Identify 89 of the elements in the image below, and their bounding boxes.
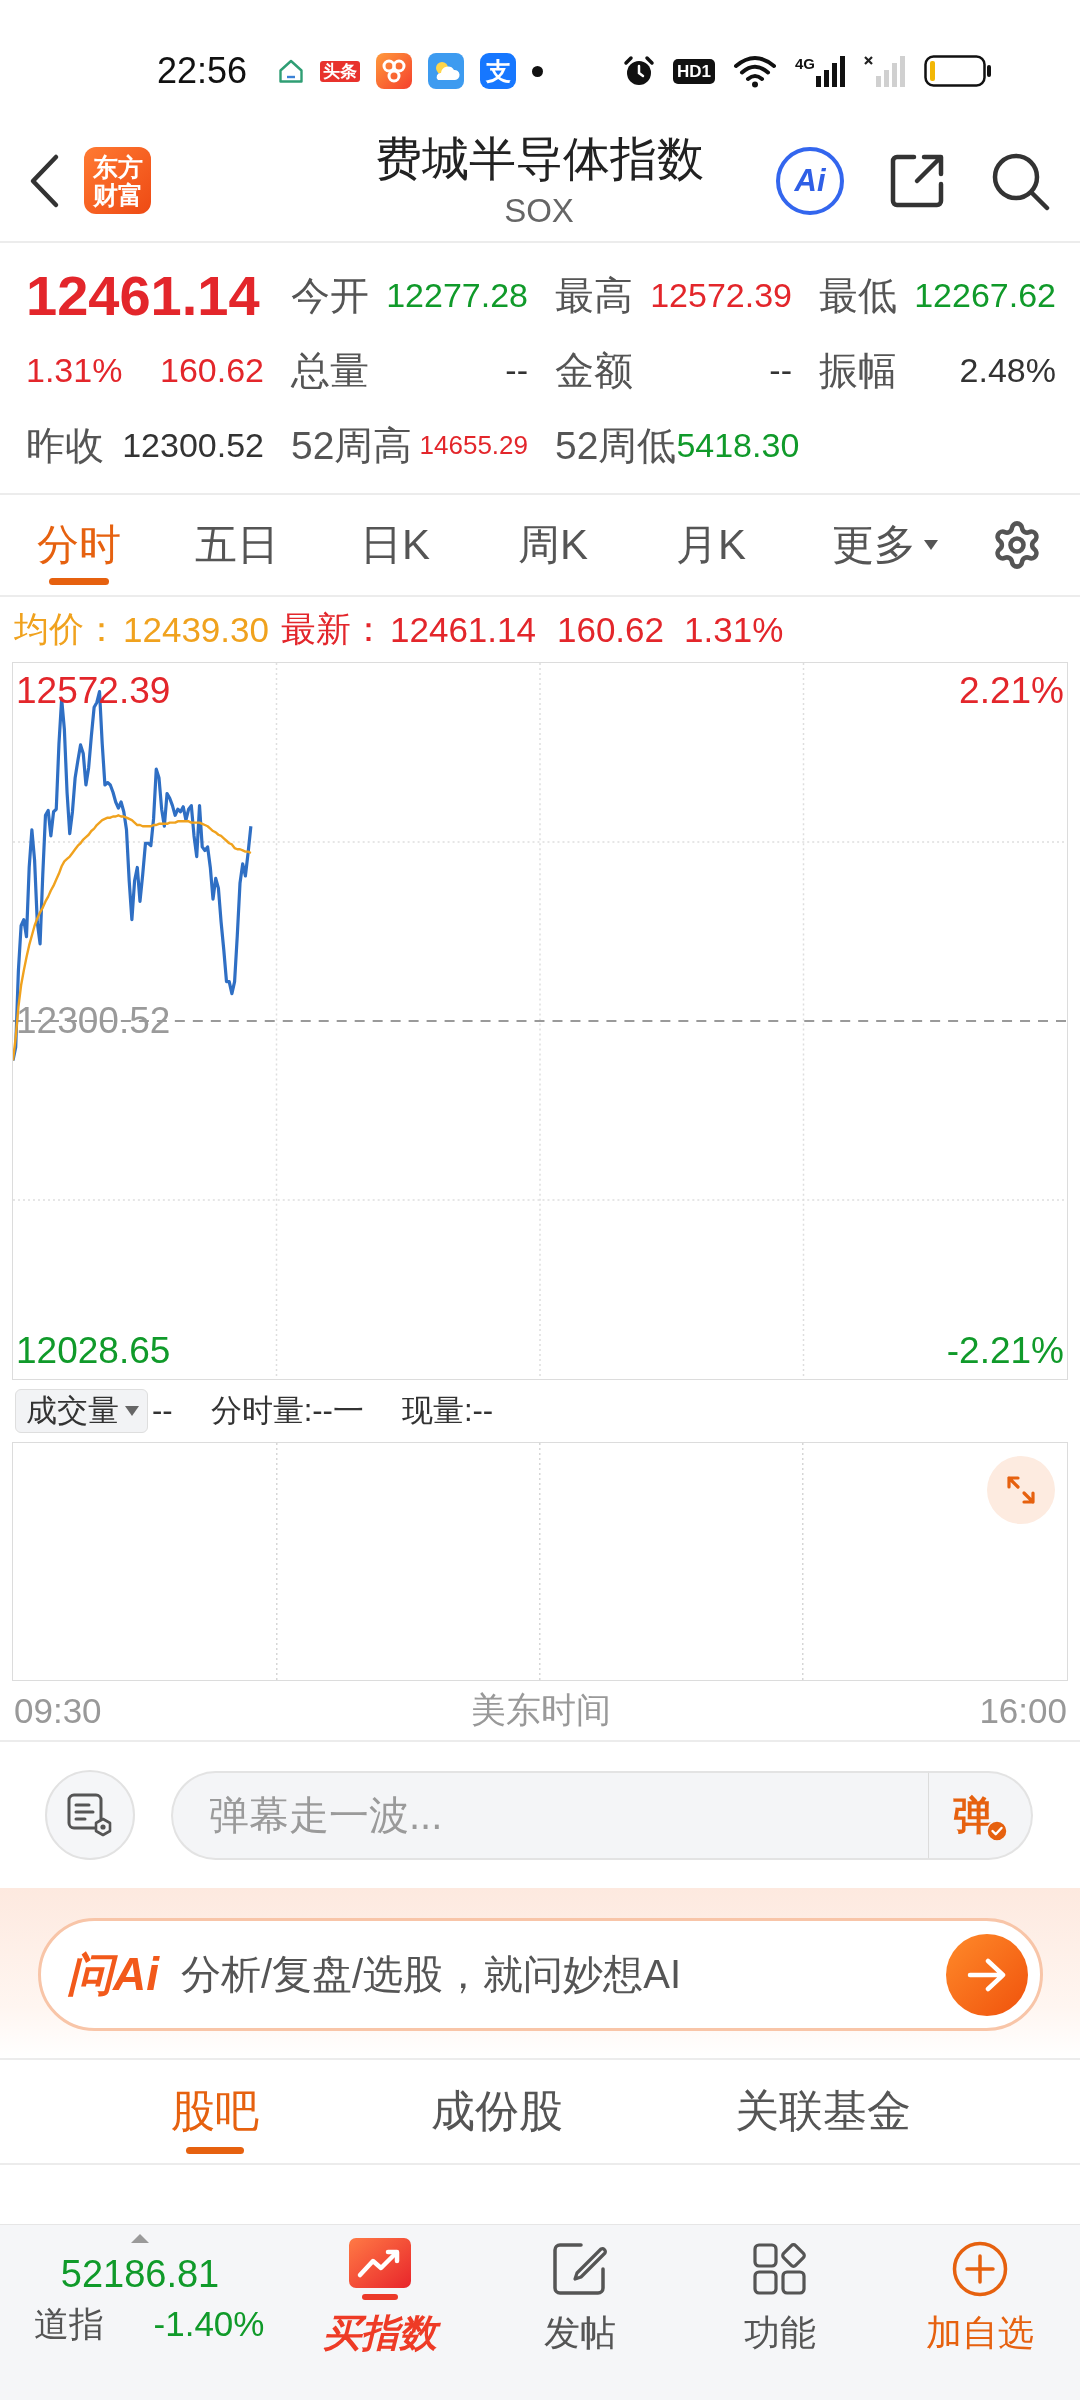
house-app-icon bbox=[278, 58, 305, 84]
stat-value: -- bbox=[769, 351, 792, 390]
section-tab[interactable]: 成份股 bbox=[431, 2060, 563, 2163]
action-label: 发帖 bbox=[544, 2311, 616, 2355]
add-circle-icon bbox=[952, 2241, 1008, 2297]
stat-value: 12300.52 bbox=[122, 426, 264, 465]
status-time: 22:56 bbox=[157, 50, 248, 92]
average-price-label: 均价： bbox=[14, 608, 119, 650]
period-tab[interactable]: 日K bbox=[316, 495, 474, 595]
stat-value: 14655.29 bbox=[419, 430, 528, 461]
volume-dropdown[interactable]: 成交量 bbox=[15, 1389, 148, 1433]
notification-dot-icon bbox=[532, 65, 544, 77]
stat-name: 52周低 bbox=[555, 422, 677, 469]
stat-value: 12572.39 bbox=[650, 276, 792, 315]
back-icon[interactable] bbox=[28, 152, 60, 209]
trend-chart-icon bbox=[348, 2237, 412, 2301]
volume-value: -- bbox=[152, 1393, 173, 1429]
network-type-label: 4G bbox=[795, 55, 815, 71]
stat-value: 12277.28 bbox=[386, 276, 528, 315]
period-tab[interactable]: 月K bbox=[632, 495, 790, 595]
latest-price-value: 12461.14 bbox=[390, 609, 536, 650]
stat-name: 52周高 bbox=[291, 422, 413, 469]
latest-change-value: 160.62 bbox=[556, 609, 665, 650]
stat-name: 金额 bbox=[555, 347, 633, 394]
stat-value: 2.48% bbox=[959, 351, 1056, 390]
volume-field: 分时量:--一 bbox=[210, 1390, 364, 1432]
section-tab[interactable]: 关联基金 bbox=[735, 2060, 911, 2163]
caret-up-icon bbox=[131, 2234, 149, 2243]
percent-axis-label: -2.21% bbox=[946, 1330, 1064, 1371]
bottom-action-button[interactable]: 功能 bbox=[680, 2225, 880, 2400]
ask-ai-bar[interactable]: 问Ai 分析/复盘/选股，就问妙想AI bbox=[38, 1918, 1043, 2031]
latest-percent-value: 1.31% bbox=[684, 609, 784, 650]
edit-icon bbox=[551, 2241, 609, 2297]
weather-app-icon bbox=[428, 53, 465, 89]
news-app-badge: 头条 bbox=[320, 60, 361, 82]
stat-value: 12267.62 bbox=[914, 276, 1056, 315]
index-change: -1.40% bbox=[153, 2303, 265, 2345]
more-menu-tab[interactable]: 更多 bbox=[790, 495, 980, 595]
bottom-action-button[interactable]: 买指数 bbox=[280, 2225, 480, 2400]
signal-icon bbox=[816, 55, 846, 87]
danmaku-input[interactable]: 弹幕走一波... bbox=[171, 1770, 928, 1860]
stat-value: 5418.30 bbox=[676, 426, 800, 465]
battery-icon bbox=[924, 55, 992, 87]
ask-ai-logo: 问Ai bbox=[67, 1946, 159, 2002]
period-tab[interactable]: 五日 bbox=[158, 495, 316, 595]
y-axis-label: 12300.52 bbox=[16, 1000, 171, 1041]
index-value: 52186.81 bbox=[60, 2252, 220, 2297]
action-label: 加自选 bbox=[926, 2311, 1034, 2355]
latest-price-label: 最新： bbox=[281, 608, 386, 650]
bottom-action-button[interactable]: 发帖 bbox=[480, 2225, 680, 2400]
arrow-right-icon bbox=[967, 1957, 1007, 1992]
caret-icon bbox=[924, 540, 938, 550]
document-settings-icon bbox=[67, 1792, 113, 1838]
change-percent: 1.31% bbox=[26, 351, 123, 390]
app-logo: 东方财富 bbox=[84, 147, 151, 214]
time-axis-label: 09:30 bbox=[14, 1690, 102, 1731]
percent-axis-label: 2.21% bbox=[959, 671, 1064, 712]
last-price: 12461.14 bbox=[26, 267, 260, 324]
alarm-icon bbox=[622, 55, 655, 87]
time-axis-label: 16:00 bbox=[979, 1690, 1067, 1731]
stat-value: -- bbox=[505, 351, 528, 390]
page-title: 费城半导体指数 bbox=[374, 130, 704, 187]
caret-icon bbox=[125, 1406, 139, 1416]
y-axis-label: 12572.39 bbox=[16, 671, 171, 712]
hd-badge: HD1 bbox=[672, 58, 715, 84]
ai-button[interactable]: Ai bbox=[776, 146, 844, 215]
wifi-icon bbox=[733, 54, 777, 88]
stat-name: 振幅 bbox=[819, 347, 897, 394]
rings-app-icon bbox=[376, 53, 413, 89]
ask-ai-prompt: 分析/复盘/选股，就问妙想AI bbox=[181, 1951, 682, 1998]
apps-grid-icon bbox=[752, 2241, 808, 2297]
expand-icon bbox=[1006, 1475, 1036, 1505]
no-signal-icon bbox=[864, 55, 906, 87]
period-tab[interactable]: 周K bbox=[474, 495, 632, 595]
stat-name: 最高 bbox=[555, 272, 633, 319]
page-subtitle: SOX bbox=[504, 190, 574, 231]
stat-name: 今开 bbox=[291, 272, 369, 319]
stat-name: 昨收 bbox=[26, 422, 104, 469]
payment-app-badge: 支 bbox=[480, 53, 517, 89]
ask-ai-go-button[interactable] bbox=[946, 1933, 1028, 2016]
change-amount: 160.62 bbox=[160, 351, 264, 390]
stat-name: 最低 bbox=[819, 272, 897, 319]
y-axis-label: 12028.65 bbox=[16, 1330, 171, 1371]
volume-field: 现量:-- bbox=[401, 1390, 494, 1432]
action-label: 功能 bbox=[744, 2311, 816, 2355]
average-price-value: 12439.30 bbox=[123, 609, 269, 650]
time-axis-title: 美东时间 bbox=[470, 1689, 611, 1731]
index-name: 道指 bbox=[33, 2303, 104, 2345]
stat-name: 总量 bbox=[291, 347, 369, 394]
